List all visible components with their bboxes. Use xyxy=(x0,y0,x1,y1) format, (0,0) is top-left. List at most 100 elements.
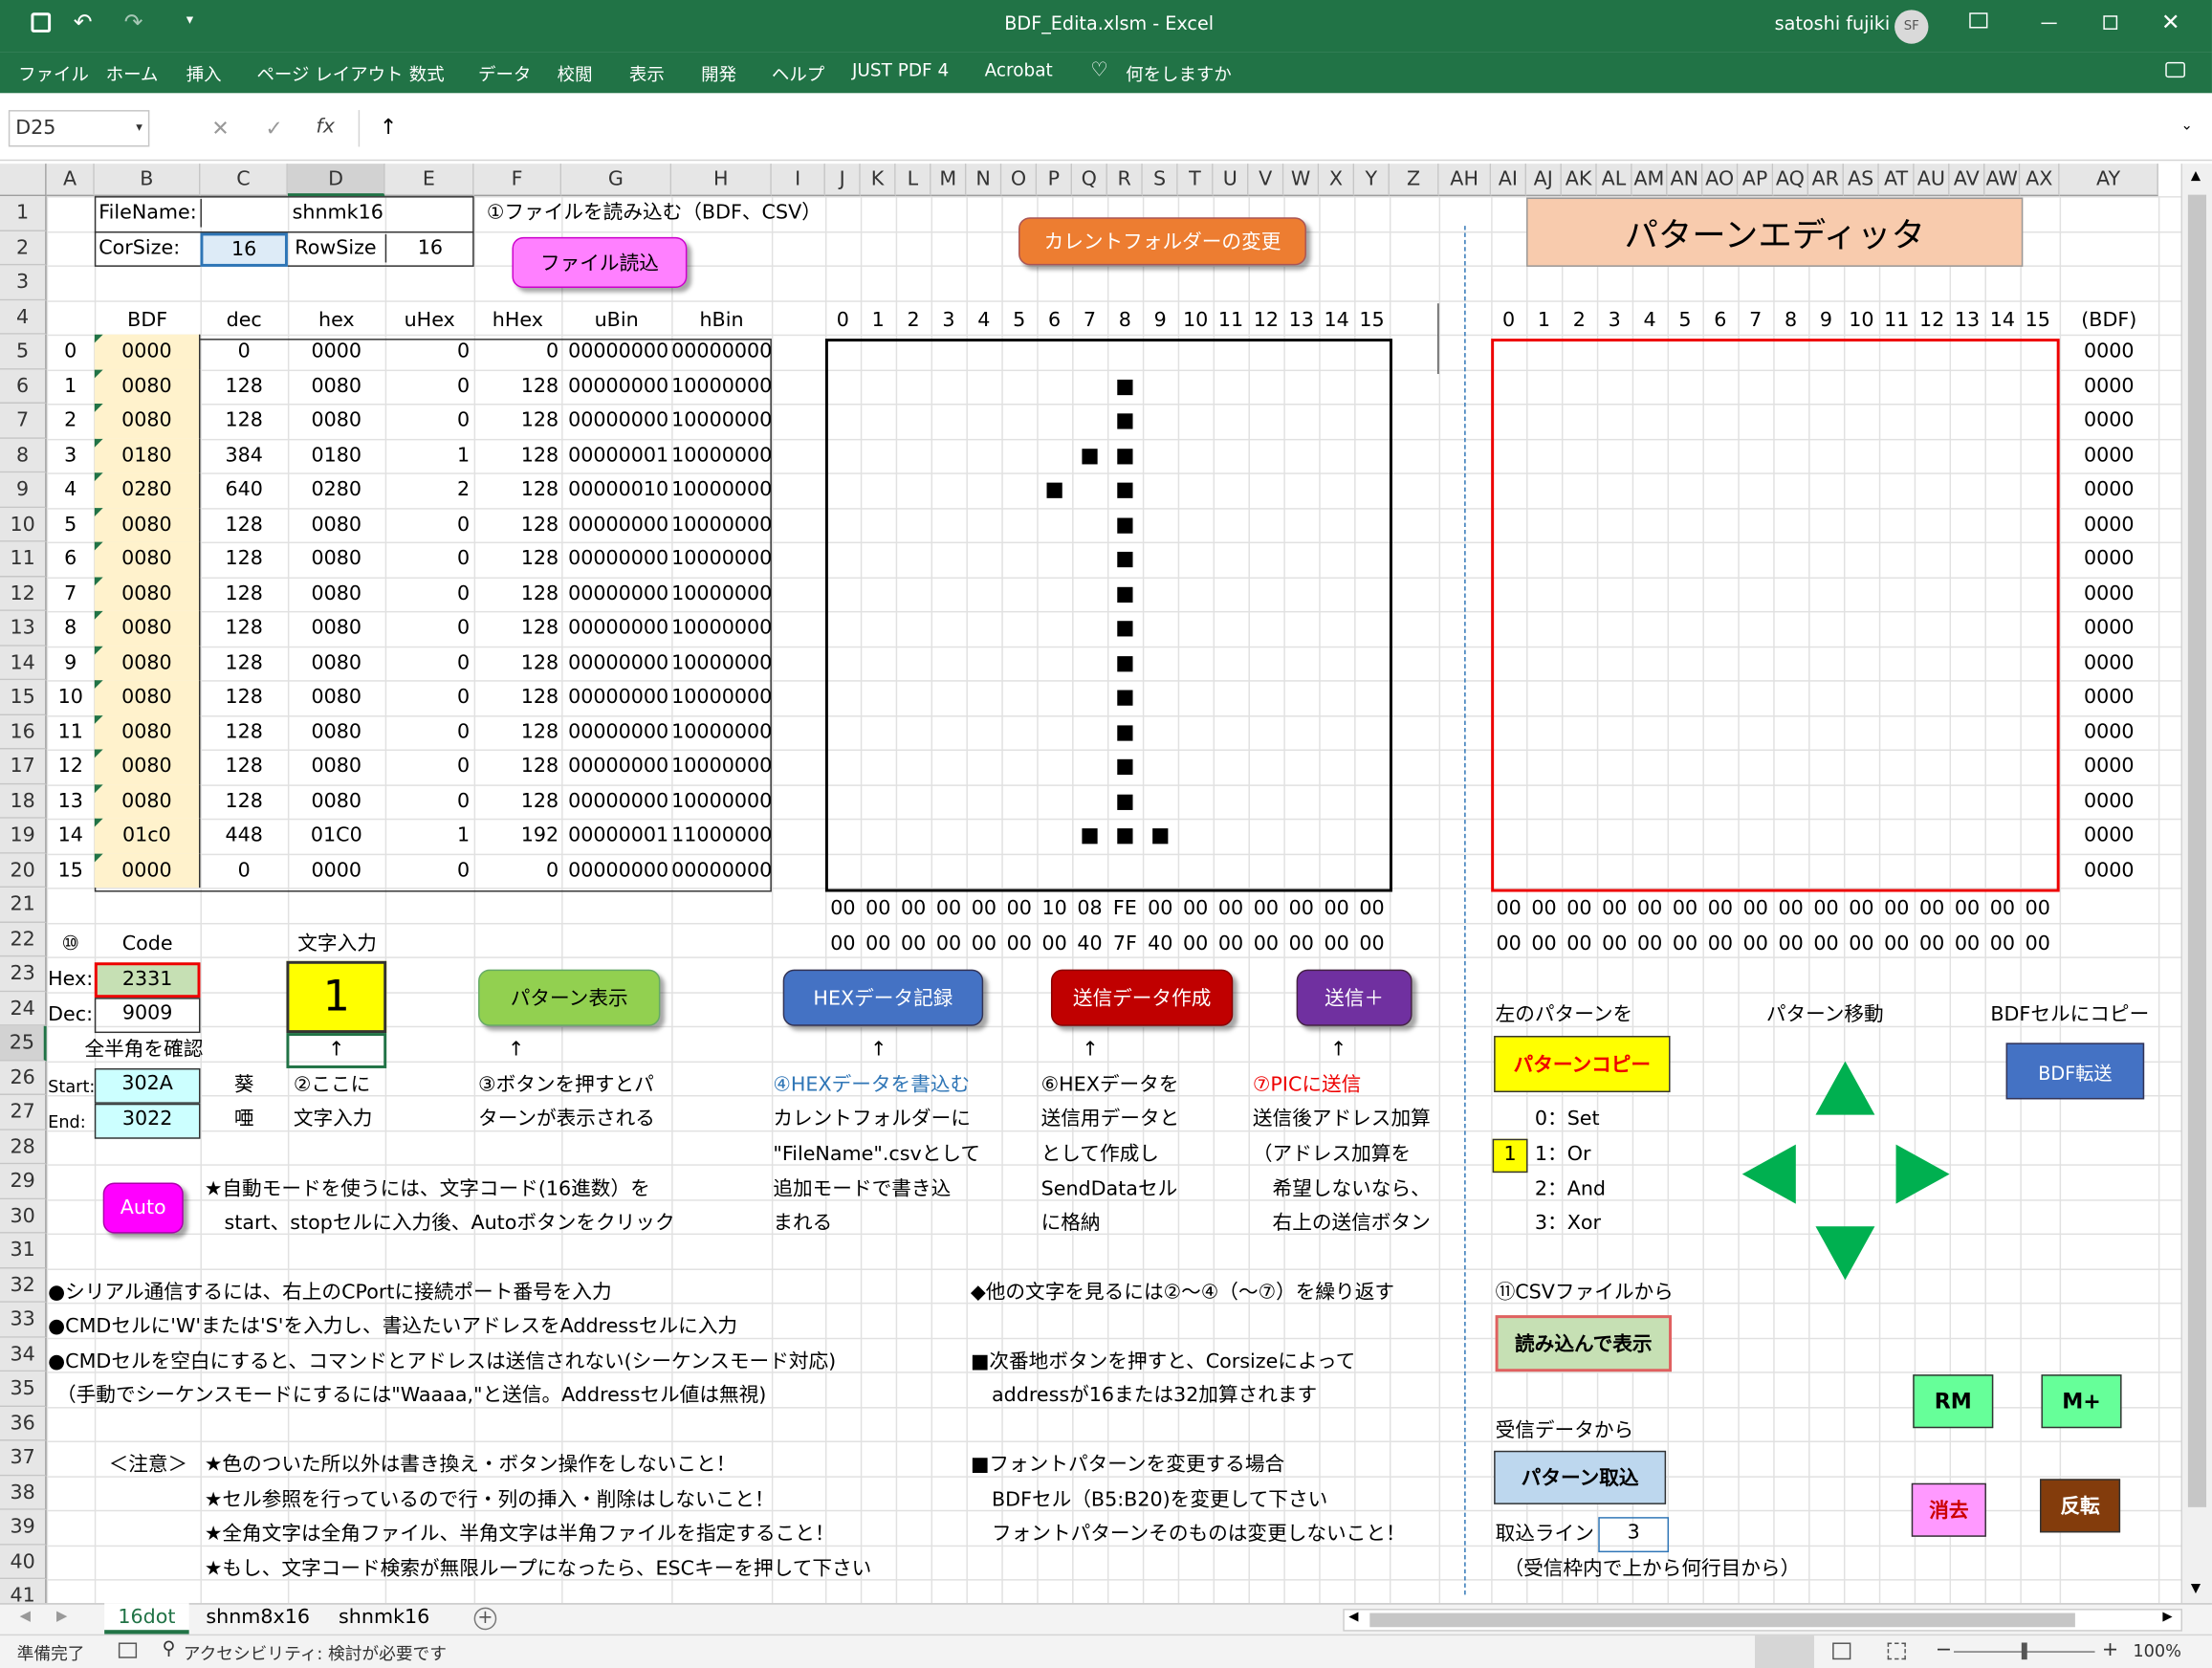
bdf-cell[interactable]: 0080 xyxy=(94,749,201,784)
bdf-cell[interactable]: 0180 xyxy=(94,438,201,473)
bdf-cell[interactable]: 0080 xyxy=(94,783,201,819)
filename-cell[interactable]: shnmk16 xyxy=(200,199,473,228)
bdf-cell[interactable]: 0080 xyxy=(94,680,201,715)
row-header-10[interactable]: 10 xyxy=(0,507,47,542)
file-read-button[interactable]: ファイル読込 xyxy=(512,236,688,289)
col-header-V[interactable]: V xyxy=(1248,164,1284,197)
zoom-thumb[interactable] xyxy=(2021,1642,2027,1660)
move-left-icon[interactable] xyxy=(1741,1144,1796,1204)
row-header-36[interactable]: 36 xyxy=(0,1406,47,1441)
macro-record-icon[interactable] xyxy=(118,1642,138,1658)
col-header-AM[interactable]: AM xyxy=(1632,164,1668,197)
col-header-AI[interactable]: AI xyxy=(1491,164,1527,197)
row-header-15[interactable]: 15 xyxy=(0,680,47,715)
row-header-26[interactable]: 26 xyxy=(0,1060,47,1095)
make-send-data-button[interactable]: 送信データ作成 xyxy=(1050,969,1234,1026)
auto-button[interactable]: Auto xyxy=(102,1182,184,1234)
row-header-8[interactable]: 8 xyxy=(0,438,47,473)
col-header-M[interactable]: M xyxy=(931,164,967,197)
row-header-25[interactable]: 25 xyxy=(0,1025,47,1061)
vertical-scrollbar[interactable]: ▲ ▼ xyxy=(2180,164,2212,1604)
col-header-AN[interactable]: AN xyxy=(1667,164,1703,197)
horizontal-scrollbar[interactable]: ◀ ▶ xyxy=(1343,1609,2182,1632)
col-header-U[interactable]: U xyxy=(1213,164,1249,197)
col-header-D[interactable]: D xyxy=(287,164,385,197)
col-header-K[interactable]: K xyxy=(860,164,896,197)
rm-button[interactable]: RM xyxy=(1913,1374,1994,1429)
row-header-20[interactable]: 20 xyxy=(0,852,47,889)
hex-record-button[interactable]: HEXデータ記録 xyxy=(782,969,984,1026)
col-header-AX[interactable]: AX xyxy=(2020,164,2060,197)
row-header-19[interactable]: 19 xyxy=(0,818,47,853)
row-header-34[interactable]: 34 xyxy=(0,1337,47,1372)
hscroll-right-icon[interactable]: ▶ xyxy=(2162,1611,2172,1625)
row-header-22[interactable]: 22 xyxy=(0,922,47,957)
row-header-11[interactable]: 11 xyxy=(0,541,47,577)
col-header-AH[interactable]: AH xyxy=(1438,164,1492,197)
accessibility-status[interactable]: アクセシビリティ: 検討が必要です xyxy=(184,1641,447,1665)
accessibility-icon[interactable]: ⚲ xyxy=(163,1638,176,1659)
col-header-AP[interactable]: AP xyxy=(1738,164,1774,197)
col-header-AS[interactable]: AS xyxy=(1843,164,1879,197)
row-header-2[interactable]: 2 xyxy=(0,230,47,266)
col-header-AO[interactable]: AO xyxy=(1702,164,1739,197)
move-right-icon[interactable] xyxy=(1895,1144,1950,1204)
load-show-button[interactable]: 読み込んで表示 xyxy=(1495,1315,1672,1372)
zoom-out-icon[interactable]: − xyxy=(1936,1638,1952,1661)
select-all-corner[interactable] xyxy=(0,164,47,197)
pattern-editor-box[interactable] xyxy=(1491,339,2060,892)
sheet-tab-shnm8x16[interactable]: shnm8x16 xyxy=(206,1606,310,1629)
move-down-icon[interactable] xyxy=(1815,1226,1875,1281)
row-header-21[interactable]: 21 xyxy=(0,888,47,923)
row-header-17[interactable]: 17 xyxy=(0,749,47,784)
clear-button[interactable]: 消去 xyxy=(1911,1482,1986,1537)
add-sheet-icon[interactable]: + xyxy=(473,1607,497,1631)
bdf-cell[interactable]: 0080 xyxy=(94,714,201,750)
col-header-O[interactable]: O xyxy=(1001,164,1038,197)
row-header-3[interactable]: 3 xyxy=(0,265,47,300)
row-header-32[interactable]: 32 xyxy=(0,1267,47,1303)
scroll-thumb[interactable] xyxy=(2187,194,2207,1507)
worksheet[interactable]: A B C D E F G H I J K L M N O P Q R S T U V W X Y Z AH AI AJ AK AL AM AN… xyxy=(0,0,2212,1615)
col-header-Q[interactable]: Q xyxy=(1072,164,1107,197)
col-header-N[interactable]: N xyxy=(966,164,1002,197)
rowsize-cell[interactable]: 16 xyxy=(384,233,474,263)
row-header-16[interactable]: 16 xyxy=(0,714,47,750)
send-plus-button[interactable]: 送信＋ xyxy=(1296,969,1413,1026)
zoom-in-icon[interactable]: + xyxy=(2102,1638,2118,1661)
bdf-cell[interactable]: 0080 xyxy=(94,646,201,681)
page-break-icon[interactable] xyxy=(1887,1642,1906,1660)
row-header-35[interactable]: 35 xyxy=(0,1372,47,1407)
col-header-H[interactable]: H xyxy=(671,164,772,197)
start-input[interactable]: 302A xyxy=(94,1067,201,1104)
row-header-5[interactable]: 5 xyxy=(0,334,47,369)
move-up-icon[interactable] xyxy=(1815,1061,1875,1115)
row-header-37[interactable]: 37 xyxy=(0,1440,47,1476)
scroll-down-icon[interactable]: ▼ xyxy=(2191,1582,2201,1596)
op-select-input[interactable]: 1 xyxy=(1492,1138,1528,1174)
row-header-9[interactable]: 9 xyxy=(0,472,47,508)
mplus-button[interactable]: M+ xyxy=(2041,1374,2122,1429)
zoom-level[interactable]: 100% xyxy=(2133,1641,2181,1661)
pattern-copy-button[interactable]: パターンコピー xyxy=(1494,1036,1671,1093)
char-input-cell[interactable]: 1 xyxy=(286,960,387,1034)
col-header-AJ[interactable]: AJ xyxy=(1526,164,1562,197)
sheet-tab-16dot[interactable]: 16dot xyxy=(104,1603,189,1635)
row-header-28[interactable]: 28 xyxy=(0,1130,47,1165)
line-input[interactable]: 3 xyxy=(1598,1517,1670,1553)
scroll-up-icon[interactable]: ▲ xyxy=(2191,169,2201,184)
row-header-38[interactable]: 38 xyxy=(0,1475,47,1510)
row-header-31[interactable]: 31 xyxy=(0,1233,47,1268)
row-header-4[interactable]: 4 xyxy=(0,299,47,335)
tab-scroll-right-icon[interactable]: ▶ xyxy=(56,1609,67,1624)
col-header-AW[interactable]: AW xyxy=(1984,164,2021,197)
sheet-tab-shnmk16[interactable]: shnmk16 xyxy=(339,1606,429,1629)
corsize-input[interactable]: 16 xyxy=(200,232,288,267)
row-header-24[interactable]: 24 xyxy=(0,991,47,1026)
invert-button[interactable]: 反転 xyxy=(2039,1479,2121,1533)
col-header-A[interactable]: A xyxy=(46,164,95,197)
page-layout-icon[interactable] xyxy=(1832,1642,1851,1660)
bdf-cell[interactable]: 0080 xyxy=(94,610,201,647)
col-header-AV[interactable]: AV xyxy=(1949,164,1985,197)
row-header-6[interactable]: 6 xyxy=(0,368,47,404)
